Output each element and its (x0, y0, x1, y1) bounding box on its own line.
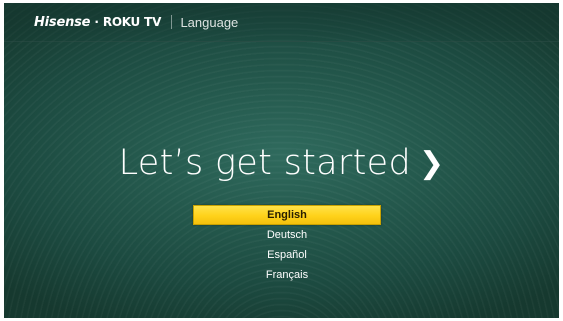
screen-title: Language (180, 14, 239, 30)
language-option-francais[interactable]: Français (193, 265, 381, 285)
tv-logo: TV (143, 15, 162, 29)
header-divider (171, 15, 173, 29)
page-title: Let’s get started ❯ (4, 143, 559, 184)
chevron-right-icon: ❯ (418, 146, 445, 181)
top-bar: Hisense · ROKU TV Language (4, 3, 559, 42)
language-option-english[interactable]: English (193, 205, 381, 225)
roku-logo: ROKU (102, 15, 140, 29)
tv-screen: Hisense · ROKU TV Language Let’s get sta… (4, 3, 559, 318)
hisense-logo: Hisense (34, 14, 91, 30)
brand-logo: Hisense · ROKU TV Language (34, 13, 238, 31)
language-list: English Deutsch Español Français (193, 205, 381, 285)
brand-separator-dot: · (94, 15, 99, 29)
headline-text: Let’s get started (118, 143, 411, 183)
language-option-espanol[interactable]: Español (193, 245, 381, 265)
language-option-deutsch[interactable]: Deutsch (193, 225, 381, 245)
